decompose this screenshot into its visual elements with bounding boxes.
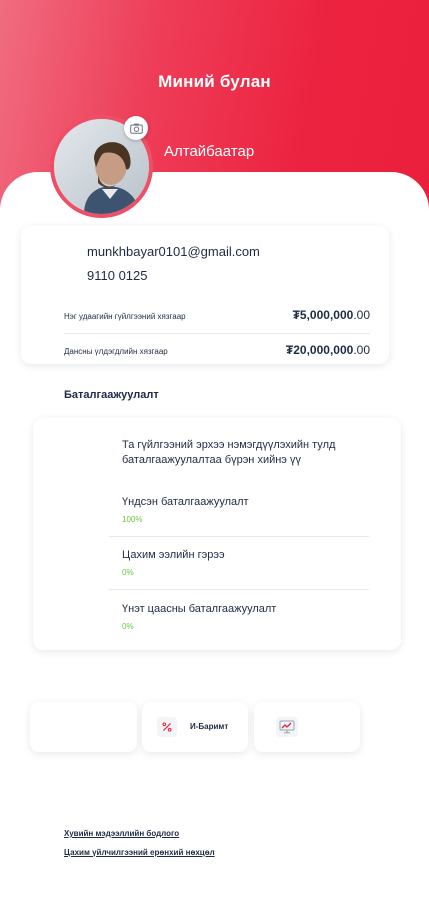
- user-name: Алтайбаатар: [164, 143, 255, 160]
- action-card-ebarimt[interactable]: И-Баримт: [142, 702, 248, 752]
- percent-icon: [157, 717, 177, 737]
- limit-label: Нэг удаагийн гүйлгээний хязгаар: [64, 312, 186, 321]
- balance-limit-row: Дансны үлдэгдлийн хязгаар ₮20,000,000.00: [64, 343, 370, 357]
- verification-item-contract[interactable]: Цахим ээлийн гэрээ 0%: [122, 549, 372, 577]
- change-photo-button[interactable]: [124, 116, 148, 140]
- verification-item-basic[interactable]: Үндсэн баталгаажуулалт 100%: [122, 496, 372, 524]
- action-card-chart[interactable]: [254, 702, 360, 752]
- limit-value: ₮5,000,000.00: [292, 308, 370, 322]
- verification-item-securities[interactable]: Үнэт цаасны баталгаажуулалт 0%: [122, 603, 372, 631]
- divider: [64, 333, 370, 334]
- verification-card: Та гүйлгээний эрхээ нэмэгдүүлэхийн тулд …: [33, 418, 401, 650]
- verification-section-title: Баталгаажуулалт: [64, 389, 159, 401]
- page-title: Миний булан: [158, 72, 271, 91]
- single-transaction-limit-row: Нэг удаагийн гүйлгээний хязгаар ₮5,000,0…: [64, 308, 370, 322]
- email-text: munkhbayar0101@gmail.com: [87, 244, 260, 259]
- privacy-policy-link[interactable]: Хувийн мэдээллийн бодлого: [64, 829, 179, 838]
- verification-item-percent: 100%: [122, 515, 143, 524]
- action-card-blank[interactable]: [30, 702, 137, 752]
- verification-item-label: Цахим ээлийн гэрээ: [122, 549, 225, 561]
- verification-note: Та гүйлгээний эрхээ нэмэгдүүлэхийн тулд …: [122, 439, 336, 466]
- phone-text: 9110 0125: [87, 268, 148, 283]
- verification-item-percent: 0%: [122, 568, 134, 577]
- divider: [109, 536, 369, 537]
- camera-icon: [129, 123, 143, 134]
- action-label: И-Баримт: [190, 722, 229, 731]
- terms-link[interactable]: Цахим үйлчилгээний ерөнхий нөхцөл: [64, 848, 215, 857]
- verification-item-label: Үндсэн баталгаажуулалт: [122, 496, 249, 508]
- verification-item-label: Үнэт цаасны баталгаажуулалт: [122, 603, 277, 615]
- limit-value: ₮20,000,000.00: [285, 343, 370, 357]
- divider: [109, 589, 369, 590]
- chart-monitor-icon: [276, 717, 298, 737]
- verification-item-percent: 0%: [122, 622, 134, 631]
- limit-label: Дансны үлдэгдлийн хязгаар: [64, 347, 168, 356]
- account-info-card: munkhbayar0101@gmail.com 9110 0125 Нэг у…: [21, 226, 389, 364]
